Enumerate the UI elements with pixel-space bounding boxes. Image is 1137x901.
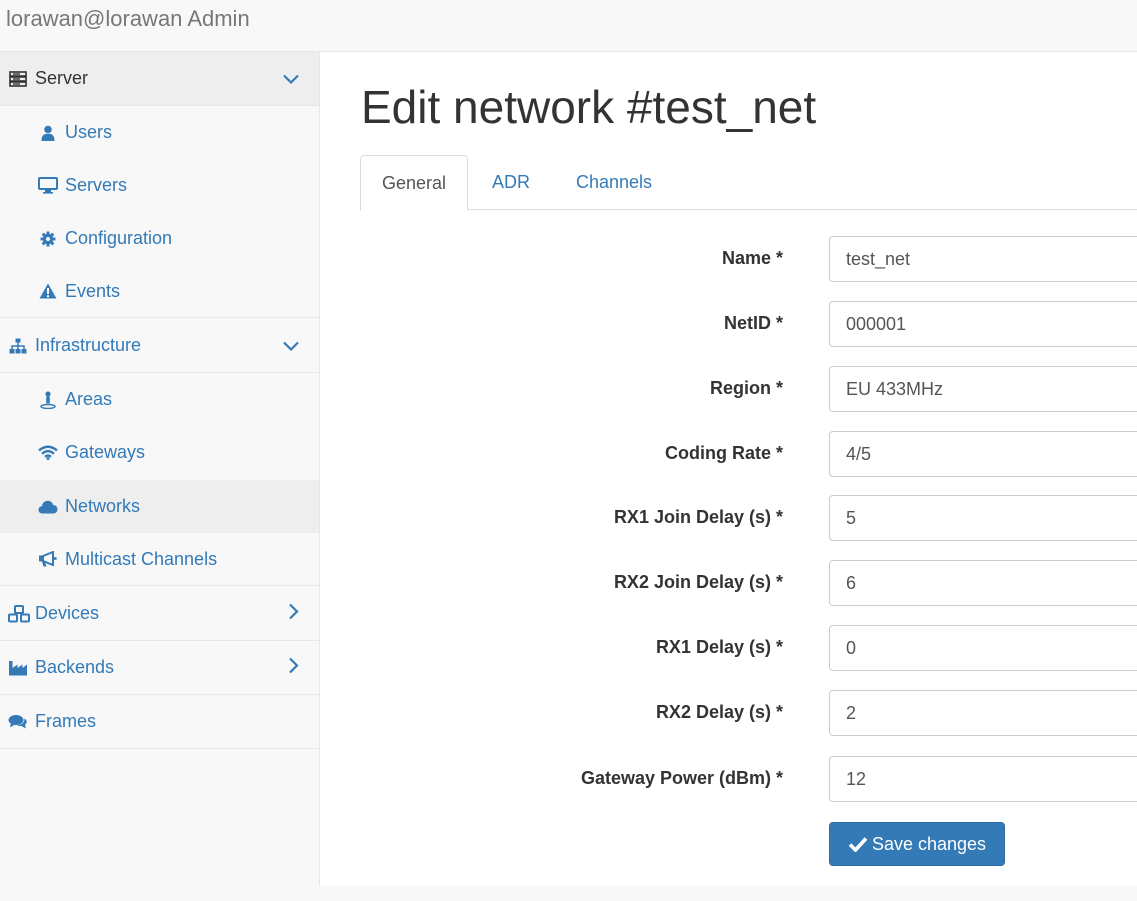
warning-icon [38,283,58,299]
save-button[interactable]: Save changes [829,822,1005,866]
rx2-delay-field[interactable] [829,690,1137,736]
sidebar-item-frames[interactable]: Frames [0,695,319,749]
page-title: Edit network #test_net [361,81,817,133]
sidebar-item-label: Infrastructure [35,335,142,355]
sidebar-item-areas[interactable]: Areas [0,373,319,426]
sidebar-item-label: Users [65,122,113,142]
rx2-delay-label: RX2 Delay (s) * [655,702,783,722]
sidebar: Server Users Servers Configuration Event… [0,52,320,886]
comments-icon [8,714,28,730]
server-icon [8,70,28,87]
form-row-region: Region * [320,366,1137,412]
coding-rate-label: Coding Rate * [664,443,783,463]
top-navbar: lorawan@lorawan Admin [0,0,1137,52]
chevron-right-icon[interactable] [289,603,299,624]
rx1-delay-field[interactable] [829,625,1137,671]
region-select[interactable] [829,366,1137,412]
rx2-join-delay-field[interactable] [829,560,1137,606]
sidebar-item-label: Server [35,68,89,88]
form-row-gateway-power: Gateway Power (dBm) * [320,756,1137,802]
app-title[interactable]: lorawan@lorawan Admin [6,6,250,32]
chevron-down-icon[interactable] [283,335,299,356]
sidebar-item-servers[interactable]: Servers [0,159,319,212]
rx1-join-delay-field[interactable] [829,495,1137,541]
form-row-rx1-delay: RX1 Delay (s) * [320,625,1137,671]
check-icon [848,837,868,852]
form-row-coding-rate: Coding Rate * [320,431,1137,477]
form-row-rx1-join-delay: RX1 Join Delay (s) * [320,495,1137,541]
sidebar-item-networks[interactable]: Networks [0,480,319,533]
save-button-label: Save changes [871,833,987,854]
sidebar-item-multicast-channels[interactable]: Multicast Channels [0,533,319,586]
industry-icon [8,660,28,676]
form-row-netid: NetID * [320,301,1137,347]
gear-icon [38,231,58,247]
sidebar-item-gateways[interactable]: Gateways [0,426,319,479]
name-field[interactable] [829,236,1137,282]
netid-field[interactable] [829,301,1137,347]
monitor-icon [38,177,58,194]
sidebar-item-label: Gateways [65,442,146,462]
user-icon [38,125,58,141]
sidebar-item-label: Servers [65,175,128,195]
rx2-join-delay-label: RX2 Join Delay (s) * [613,572,783,592]
sidebar-item-label: Areas [65,389,113,409]
chevron-right-icon[interactable] [289,657,299,678]
gateway-power-label: Gateway Power (dBm) * [580,768,783,788]
sidebar-item-infrastructure[interactable]: Infrastructure [0,319,319,373]
sidebar-item-backends[interactable]: Backends [0,641,319,695]
sidebar-item-label: Devices [35,603,100,623]
region-label: Region * [709,378,783,398]
name-label: Name * [721,248,783,268]
cubes-icon [8,604,30,623]
bullhorn-icon [38,551,58,567]
sidebar-item-label: Networks [65,496,141,516]
bottom-strip [0,886,1137,901]
sidebar-item-server[interactable]: Server [0,52,319,106]
form-row-rx2-join-delay: RX2 Join Delay (s) * [320,560,1137,606]
sidebar-item-users[interactable]: Users [0,106,319,159]
coding-rate-field[interactable] [829,431,1137,477]
sidebar-item-label: Configuration [65,228,173,248]
gateway-power-field[interactable] [829,756,1137,802]
rx1-join-delay-label: RX1 Join Delay (s) * [613,507,783,527]
chevron-down-icon[interactable] [283,68,299,89]
rx1-delay-label: RX1 Delay (s) * [655,637,783,657]
main-content: Edit network #test_net General ADR Chann… [320,52,1137,886]
tab-general[interactable]: General [360,155,469,211]
sidebar-item-configuration[interactable]: Configuration [0,212,319,265]
tab-bar: General ADR Channels [360,155,1137,211]
cloud-icon [38,500,58,514]
tab-adr[interactable]: ADR [471,155,551,210]
tab-channels[interactable]: Channels [555,155,673,210]
sitemap-icon [8,338,28,354]
sidebar-item-label: Frames [35,711,97,731]
sidebar-item-events[interactable]: Events [0,265,319,318]
form-row-name: Name * [320,236,1137,282]
sidebar-item-label: Multicast Channels [65,548,218,569]
map-pin-icon [38,390,58,409]
wifi-icon [38,445,58,460]
sidebar-item-label: Backends [35,657,115,677]
sidebar-item-label: Events [65,280,121,301]
netid-label: NetID * [723,313,783,333]
sidebar-item-devices[interactable]: Devices [0,587,319,641]
form-row-rx2-delay: RX2 Delay (s) * [320,690,1137,736]
